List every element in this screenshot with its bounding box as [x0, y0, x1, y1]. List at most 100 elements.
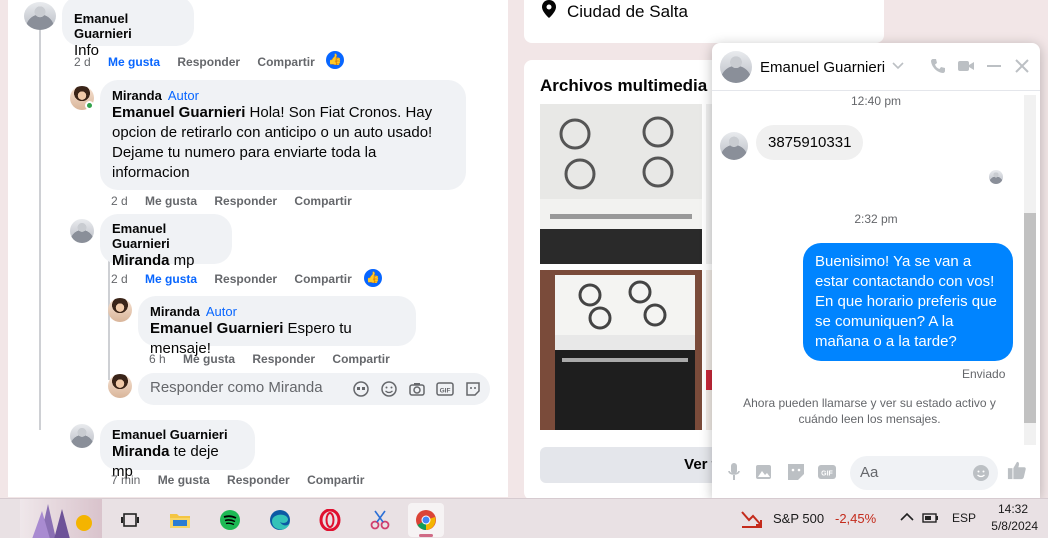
emoji-icon[interactable]: [380, 380, 398, 398]
comment-text: mp: [169, 252, 195, 269]
reply-button[interactable]: Responder: [214, 272, 277, 286]
seen-avatar: [989, 170, 1003, 184]
messenger-chat-window: Emanuel Guarnieri 12:40 pm 3875910331 2:…: [712, 43, 1040, 498]
comment-time[interactable]: 7 min: [111, 473, 140, 487]
comment-author[interactable]: Miranda: [112, 88, 162, 103]
like-button[interactable]: Me gusta: [108, 55, 160, 69]
like-button[interactable]: Me gusta: [145, 194, 197, 208]
windows-taskbar: S&P 500 -2,45% ESP 14:32 5/8/2024: [0, 498, 1048, 538]
like-reaction-icon[interactable]: 👍: [364, 269, 382, 287]
comment-actions: 7 min Me gusta Responder Compartir: [111, 473, 378, 487]
message-timestamp: 12:40 pm: [850, 94, 902, 108]
active-app-indicator: [419, 534, 433, 537]
stock-name[interactable]: S&P 500: [773, 511, 824, 526]
clock-time[interactable]: 14:32: [998, 502, 1028, 516]
comment-time[interactable]: 2 d: [74, 55, 91, 69]
snipping-tool-icon[interactable]: [362, 503, 398, 537]
like-reaction-icon[interactable]: 👍: [326, 51, 344, 69]
sticker-icon[interactable]: [786, 462, 806, 482]
opera-icon[interactable]: [312, 503, 348, 537]
comment-time[interactable]: 2 d: [111, 272, 128, 286]
share-button[interactable]: Compartir: [294, 272, 351, 286]
share-button[interactable]: Compartir: [294, 194, 351, 208]
spotify-icon[interactable]: [212, 503, 248, 537]
avatar[interactable]: [70, 424, 94, 448]
comment-time[interactable]: 6 h: [149, 352, 166, 366]
mention-link[interactable]: Miranda: [112, 443, 170, 460]
avatar[interactable]: [108, 298, 132, 322]
contact-avatar[interactable]: [720, 132, 748, 160]
reply-box: GIF: [138, 373, 490, 405]
system-note: Ahora pueden llamarse y ver su estado ac…: [743, 396, 996, 426]
mention-link[interactable]: Emanuel Guarnieri: [150, 320, 283, 337]
comment-actions: 2 d Me gusta Responder Compartir: [74, 55, 329, 69]
message-input[interactable]: [860, 464, 960, 481]
reply-button[interactable]: Responder: [214, 194, 277, 208]
comment-actions: 2 d Me gusta Responder Compartir: [111, 272, 366, 286]
comment-author[interactable]: Emanuel Guarnieri: [112, 221, 220, 251]
comment-bubble: Emanuel Guarnieri Miranda te deje mp: [100, 420, 255, 480]
gif-icon[interactable]: GIF: [817, 462, 837, 482]
file-explorer-icon[interactable]: [162, 503, 198, 537]
microphone-icon[interactable]: [724, 462, 744, 482]
online-status-icon: [85, 101, 94, 110]
language-indicator[interactable]: ESP: [952, 511, 976, 525]
task-view-icon[interactable]: [112, 503, 148, 537]
comment-author[interactable]: Emanuel Guarnieri: [74, 11, 182, 41]
outgoing-message[interactable]: Buenisimo! Ya se van a estar contactando…: [803, 243, 1013, 361]
comment-author[interactable]: Emanuel Guarnieri: [112, 427, 243, 442]
message-status: Enviado: [962, 367, 1006, 381]
close-icon[interactable]: [1013, 57, 1031, 75]
reply-button[interactable]: Responder: [227, 473, 290, 487]
reply-button[interactable]: Responder: [177, 55, 240, 69]
comment-actions: 6 h Me gusta Responder Compartir: [149, 352, 404, 366]
battery-icon[interactable]: [922, 510, 940, 526]
phone-call-icon[interactable]: [929, 57, 947, 75]
edge-icon[interactable]: [262, 503, 298, 537]
share-button[interactable]: Compartir: [332, 352, 389, 366]
comment-bubble: Emanuel Guarnieri Info: [62, 0, 194, 59]
share-button[interactable]: Compartir: [257, 55, 314, 69]
mention-link[interactable]: Emanuel Guarnieri: [112, 104, 245, 121]
widgets-weather-image[interactable]: [20, 499, 102, 538]
stock-change[interactable]: -2,45%: [835, 511, 876, 526]
emoji-icon[interactable]: [972, 464, 990, 482]
reply-input[interactable]: [150, 379, 340, 396]
photo-icon[interactable]: [754, 462, 774, 482]
gif-icon[interactable]: GIF: [436, 380, 454, 398]
contact-avatar[interactable]: [720, 51, 752, 83]
media-photo[interactable]: [540, 104, 702, 264]
location-text[interactable]: Ciudad de Salta: [567, 2, 688, 22]
like-button[interactable]: Me gusta: [145, 272, 197, 286]
share-button[interactable]: Compartir: [307, 473, 364, 487]
thumbs-up-icon[interactable]: [1007, 460, 1027, 480]
minimize-icon[interactable]: [985, 57, 1003, 75]
svg-text:GIF: GIF: [821, 471, 833, 478]
sticker-icon[interactable]: [464, 380, 482, 398]
reply-button[interactable]: Responder: [252, 352, 315, 366]
avatar[interactable]: [24, 2, 56, 30]
comment-actions: 2 d Me gusta Responder Compartir: [111, 194, 366, 208]
like-button[interactable]: Me gusta: [158, 473, 210, 487]
mention-link[interactable]: Miranda: [112, 252, 170, 269]
comment-bubble: Miranda Autor Emanuel Guarnieri Hola! Son…: [100, 80, 466, 190]
stock-down-icon[interactable]: [740, 508, 764, 530]
scrollbar-thumb[interactable]: [1024, 213, 1036, 423]
comment-author[interactable]: Miranda: [150, 304, 200, 319]
avatar-sticker-icon[interactable]: [352, 380, 370, 398]
incoming-message[interactable]: 3875910331: [756, 125, 864, 160]
chrome-icon[interactable]: [408, 503, 444, 537]
thread-line: [39, 30, 41, 430]
chevron-up-icon[interactable]: [900, 512, 914, 522]
like-button[interactable]: Me gusta: [183, 352, 235, 366]
clock-date[interactable]: 5/8/2024: [988, 519, 1038, 533]
video-call-icon[interactable]: [957, 57, 975, 75]
chevron-down-icon[interactable]: [892, 62, 904, 70]
chat-header: Emanuel Guarnieri: [712, 43, 1040, 91]
contact-name[interactable]: Emanuel Guarnieri: [760, 59, 885, 76]
camera-icon[interactable]: [408, 380, 426, 398]
author-badge: Autor: [167, 88, 199, 103]
comment-time[interactable]: 2 d: [111, 194, 128, 208]
media-photo[interactable]: [540, 270, 702, 430]
avatar[interactable]: [70, 219, 94, 243]
